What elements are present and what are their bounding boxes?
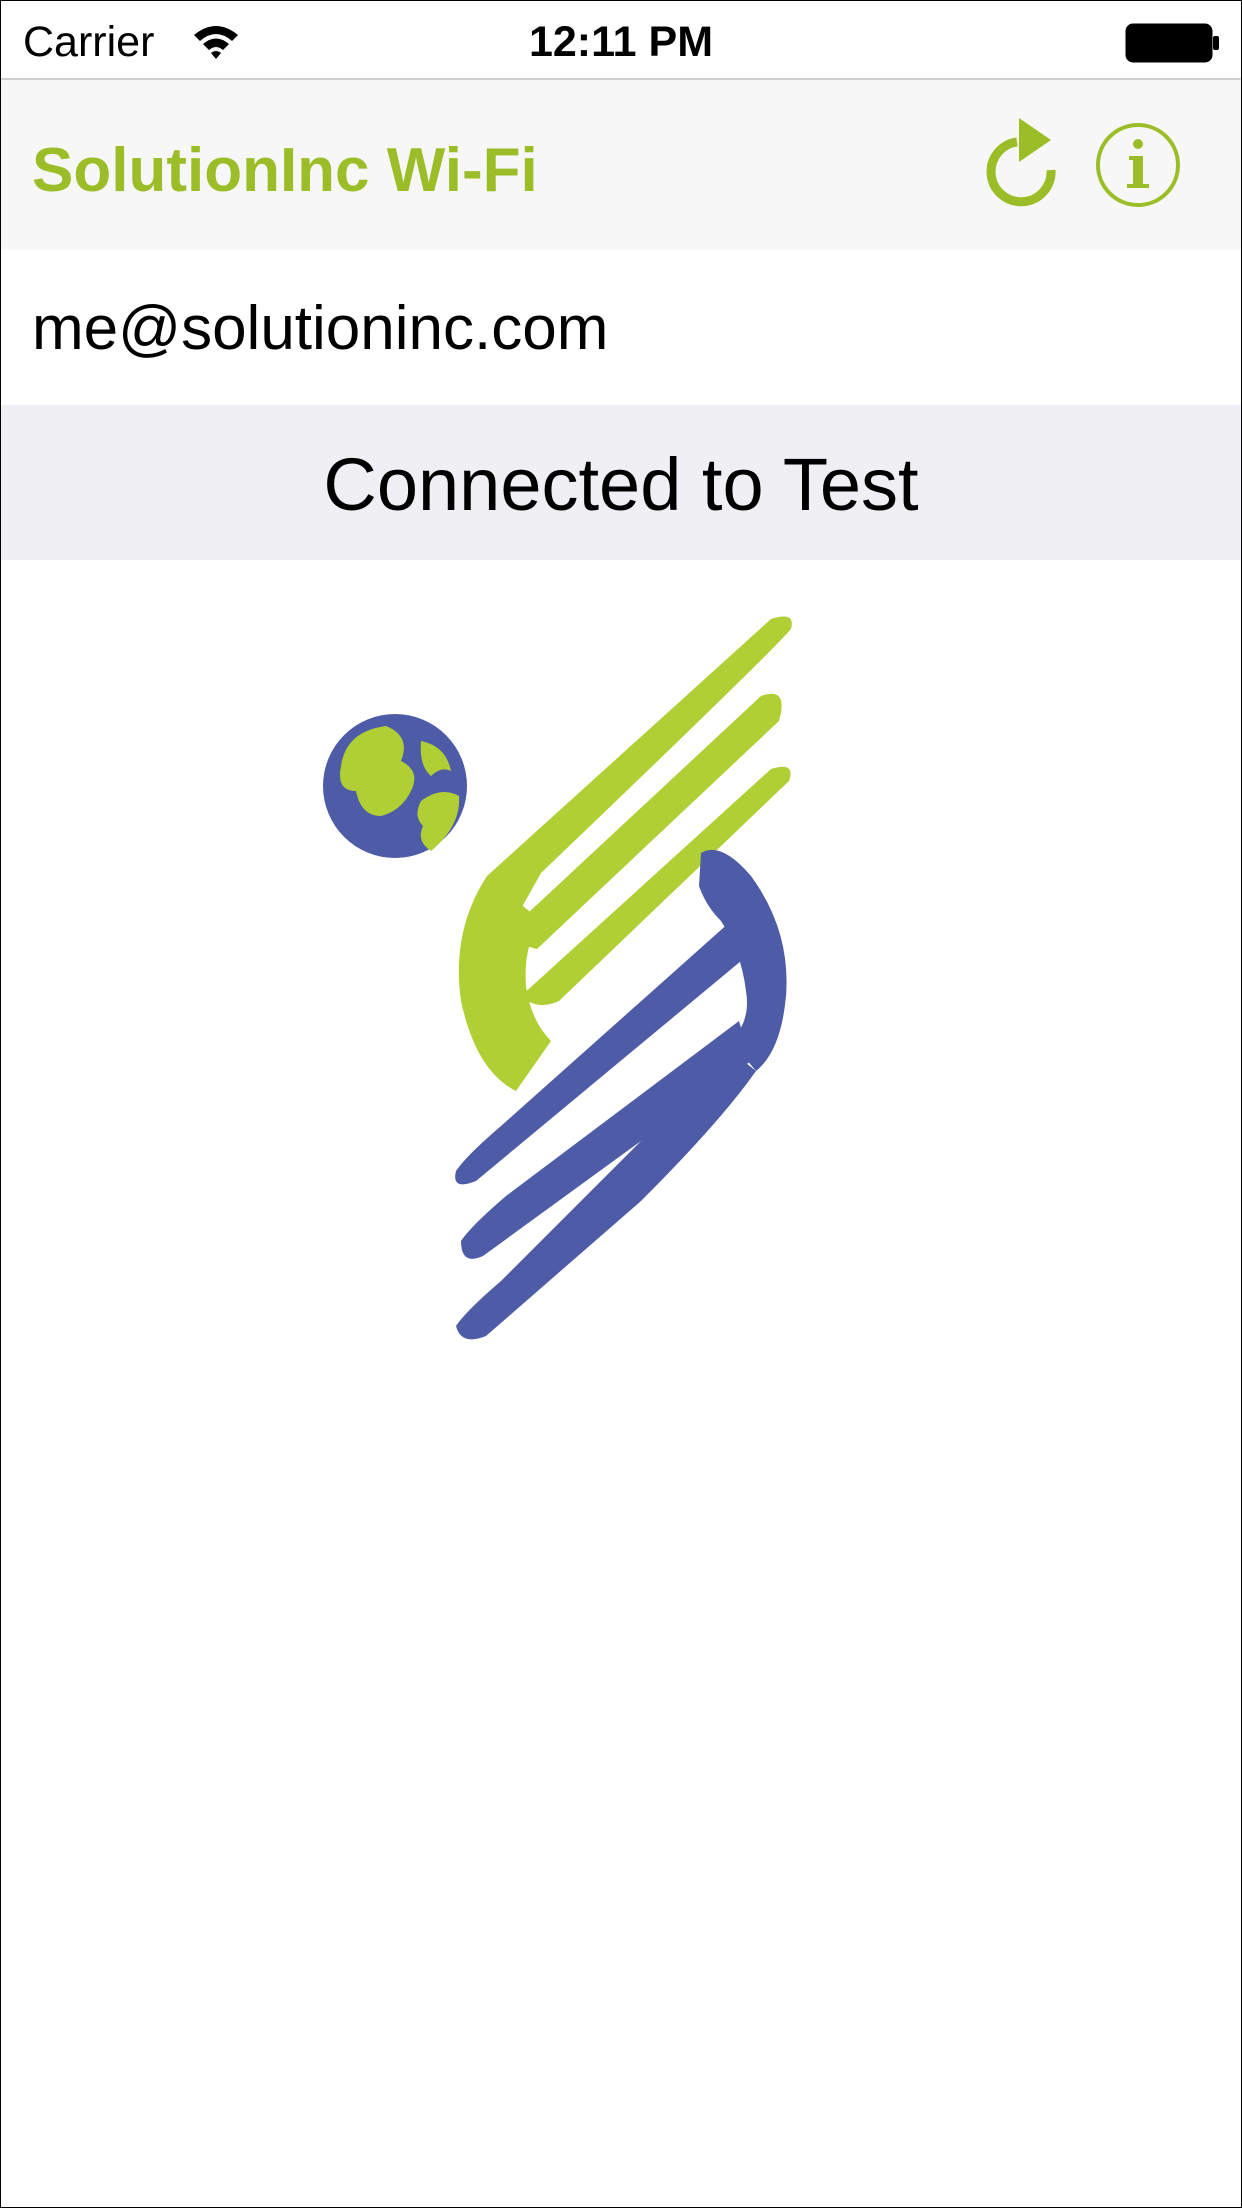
solutioninc-logo	[323, 616, 792, 1340]
refresh-icon	[986, 118, 1056, 207]
info-button[interactable]	[1095, 122, 1181, 208]
globe-icon	[323, 714, 467, 858]
status-bar: Carrier 12:11 PM	[1, 1, 1241, 80]
refresh-button[interactable]	[979, 118, 1065, 210]
account-row: me@solutioninc.com	[1, 250, 1241, 405]
account-email: me@solutioninc.com	[32, 294, 609, 363]
battery-icon	[1125, 23, 1219, 63]
app-title: SolutionInc Wi-Fi	[32, 136, 538, 205]
navigation-bar: SolutionInc Wi-Fi	[1, 80, 1241, 250]
app-screen: Carrier 12:11 PM SolutionInc Wi-Fi me@so…	[0, 0, 1242, 2208]
connection-status-text: Connected to Test	[323, 443, 919, 526]
info-icon	[1096, 123, 1180, 207]
status-time: 12:11 PM	[528, 18, 714, 66]
connection-status-banner: Connected to Test	[1, 405, 1241, 560]
